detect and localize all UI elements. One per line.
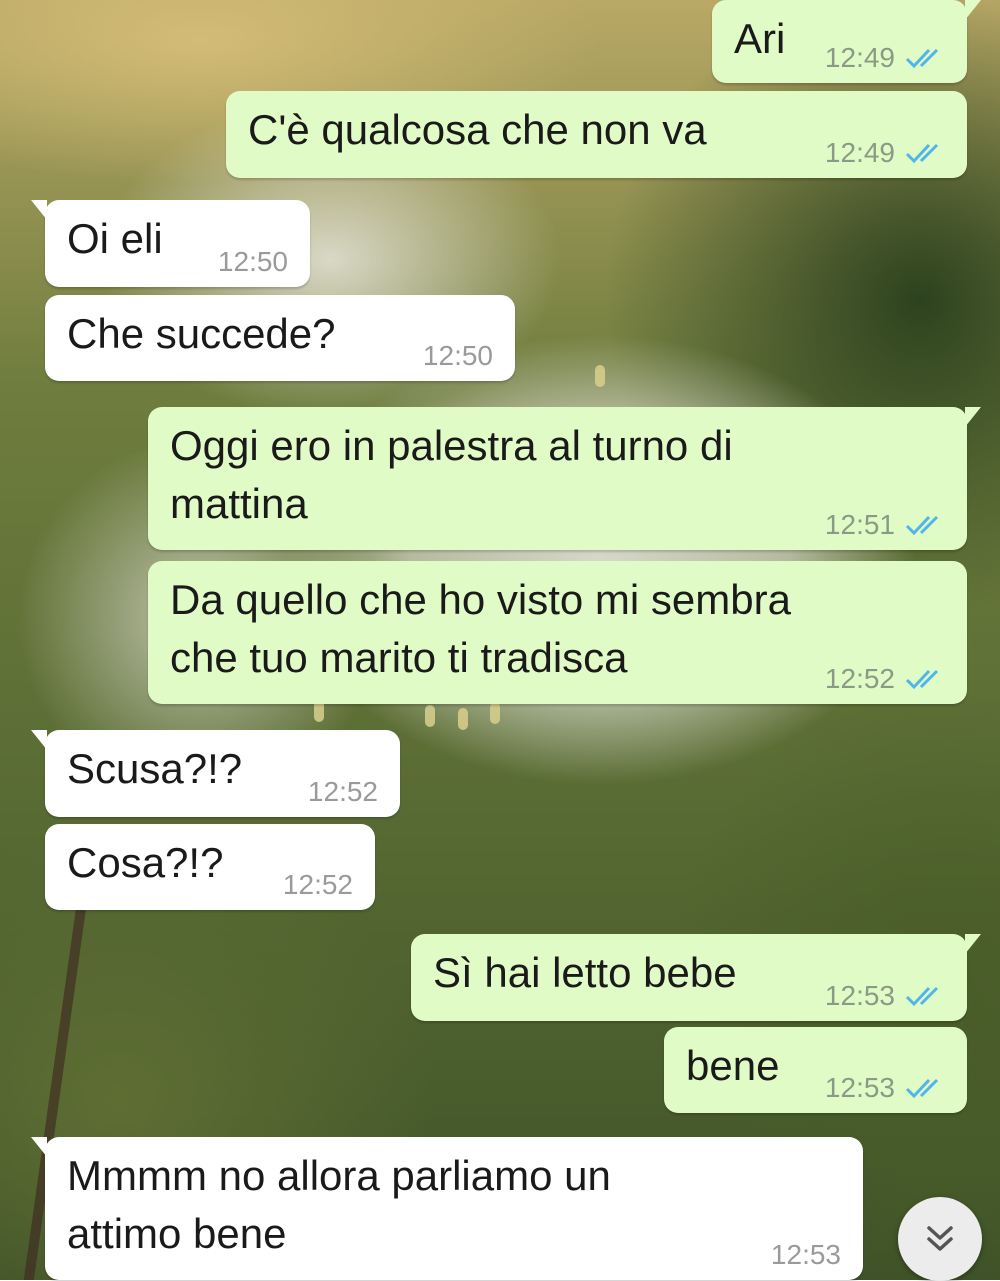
double-chevron-down-icon <box>927 1226 953 1251</box>
message-meta: 12:50 <box>218 247 288 277</box>
message-time: 12:52 <box>824 663 895 694</box>
message-time: 12:51 <box>824 509 895 540</box>
double-check-read-icon <box>905 1078 939 1099</box>
message-meta: 12:52 <box>308 777 378 807</box>
message-time: 12:49 <box>824 42 895 73</box>
message-bubble-outgoing[interactable]: C'è qualcosa che non va 12:49 <box>226 91 967 178</box>
message-time: 12:52 <box>282 869 353 900</box>
message-time: 12:50 <box>217 246 288 277</box>
message-meta: 12:53 <box>771 1240 841 1270</box>
message-bubble-incoming[interactable]: Mmmm no allora parliamo un attimo bene 1… <box>31 1137 863 1280</box>
double-check-read-icon <box>905 669 939 690</box>
message-meta: 12:49 <box>825 138 945 168</box>
message-time: 12:53 <box>824 980 895 1011</box>
message-meta: 12:49 <box>825 43 945 73</box>
message-bubble-incoming[interactable]: Che succede? 12:50 <box>45 295 515 381</box>
message-time: 12:53 <box>770 1239 841 1270</box>
message-meta: 12:53 <box>825 1073 945 1103</box>
message-time: 12:53 <box>824 1072 895 1103</box>
double-check-read-icon <box>905 986 939 1007</box>
message-bubble-incoming[interactable]: Cosa?!? 12:52 <box>45 824 375 910</box>
message-bubble-outgoing[interactable]: Da quello che ho visto mi sembra che tuo… <box>148 561 967 704</box>
message-meta: 12:53 <box>825 981 945 1011</box>
message-bubble-outgoing[interactable]: Sì hai letto bebe 12:53 <box>411 934 981 1021</box>
message-text: Mmmm no allora parliamo un attimo bene <box>67 1152 611 1257</box>
message-bubble-outgoing[interactable]: Ari 12:49 <box>712 0 981 83</box>
message-time: 12:50 <box>422 340 493 371</box>
message-bubble-outgoing[interactable]: Oggi ero in palestra al turno di mattina… <box>148 407 981 550</box>
message-meta: 12:52 <box>825 664 945 694</box>
double-check-read-icon <box>905 515 939 536</box>
double-check-read-icon <box>905 143 939 164</box>
message-meta: 12:52 <box>283 870 353 900</box>
scroll-to-bottom-button[interactable] <box>898 1197 982 1281</box>
message-bubble-incoming[interactable]: Scusa?!? 12:52 <box>31 730 400 817</box>
message-time: 12:52 <box>307 776 378 807</box>
message-bubble-outgoing[interactable]: bene 12:53 <box>664 1027 967 1113</box>
message-time: 12:49 <box>824 137 895 168</box>
double-check-read-icon <box>905 48 939 69</box>
message-bubble-incoming[interactable]: Oi eli 12:50 <box>31 200 310 287</box>
message-meta: 12:51 <box>825 510 945 540</box>
message-meta: 12:50 <box>423 341 493 371</box>
